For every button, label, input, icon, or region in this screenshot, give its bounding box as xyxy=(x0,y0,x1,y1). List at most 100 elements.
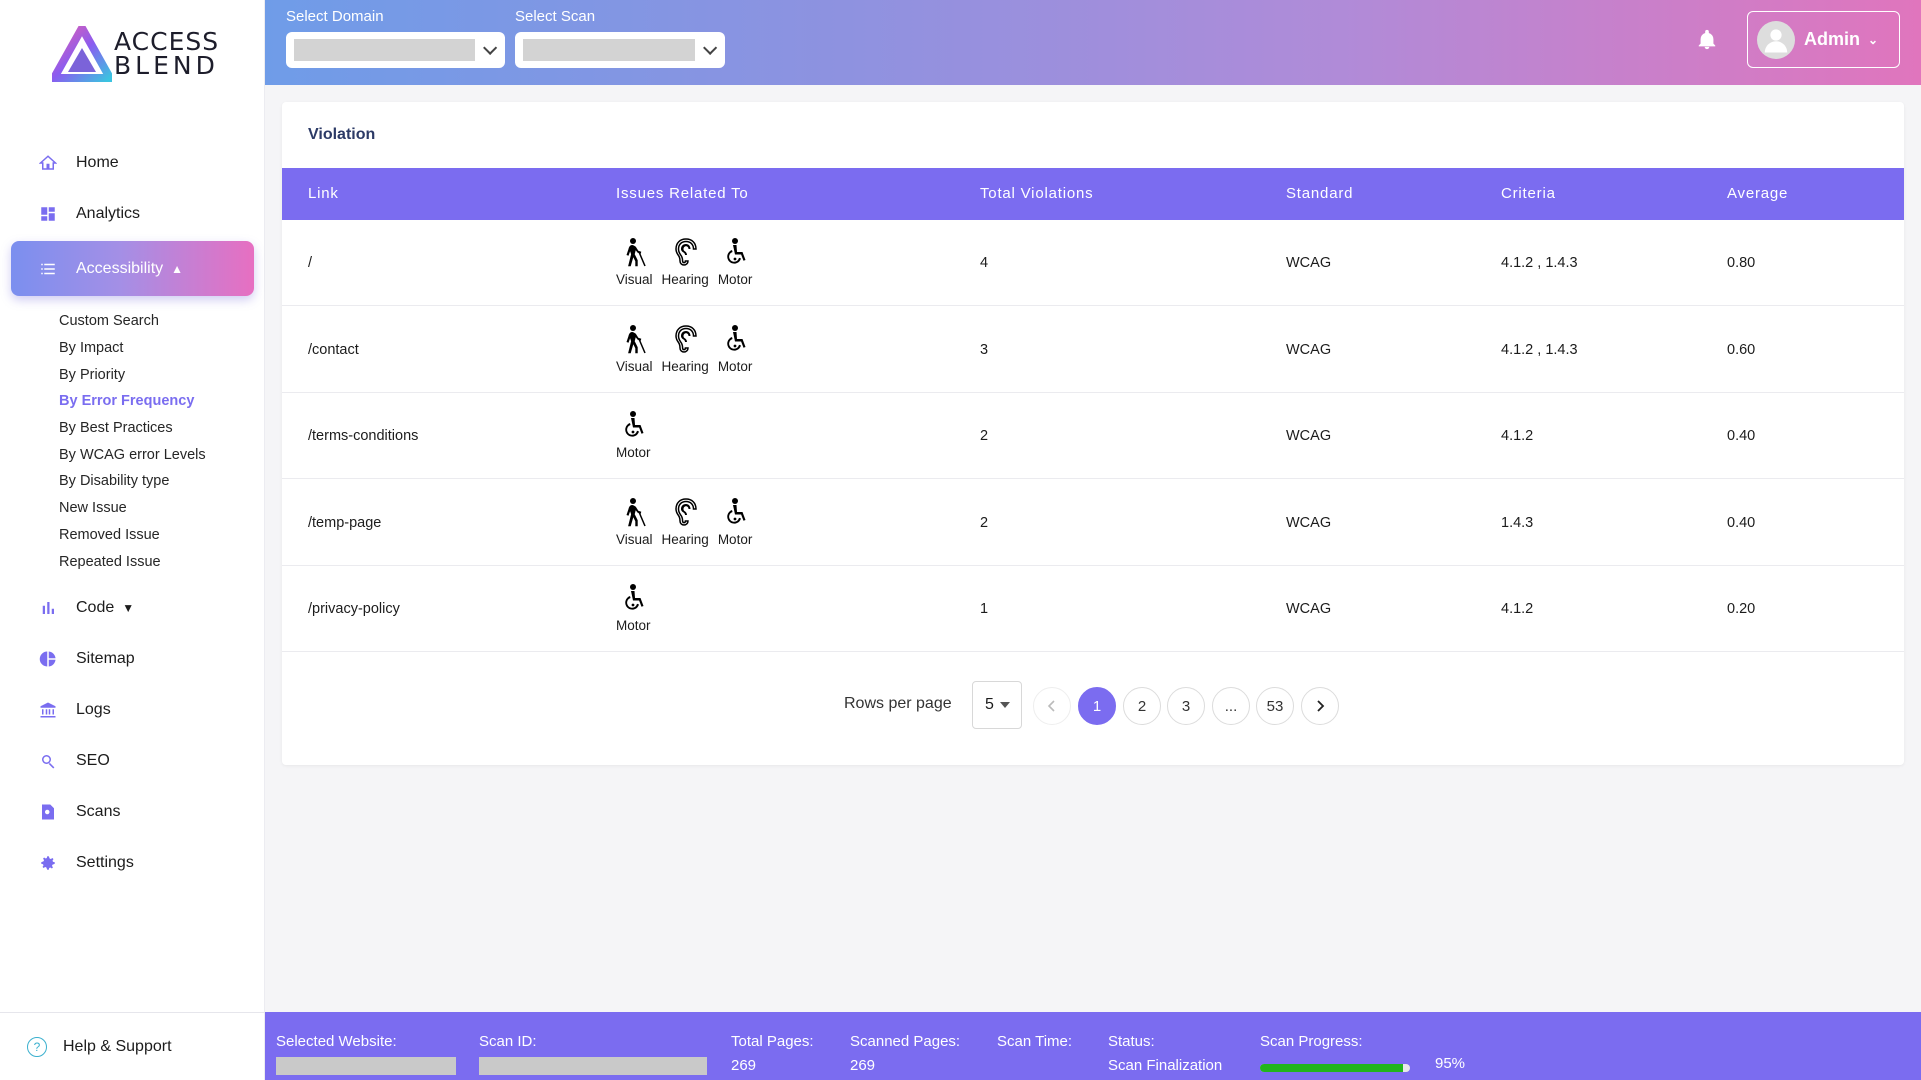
sidebar-item-sitemap[interactable]: Sitemap xyxy=(11,634,254,685)
scan-progress-fill xyxy=(1260,1064,1403,1072)
issue-visual: Visual xyxy=(616,324,653,374)
bank-icon xyxy=(38,700,58,720)
dropdown-arrow-icon xyxy=(999,702,1010,708)
issue-label: Motor xyxy=(717,272,753,287)
blind-person-icon xyxy=(620,497,648,530)
next-page-button[interactable] xyxy=(1301,687,1339,725)
sidebar-item-settings[interactable]: Settings xyxy=(11,838,254,889)
column-header-criteria[interactable]: Criteria xyxy=(1501,185,1556,202)
submenu-item-repeated-issue[interactable]: Repeated Issue xyxy=(59,548,254,575)
sidebar-item-label: Sitemap xyxy=(76,650,135,668)
user-menu-button[interactable]: Admin ⌄ xyxy=(1747,11,1900,68)
help-label: Help & Support xyxy=(63,1037,172,1055)
submenu-item-by-disability-type[interactable]: By Disability type xyxy=(59,468,254,495)
sidebar-item-code[interactable]: Code ▼ xyxy=(11,583,254,634)
sidebar-item-label: Settings xyxy=(76,854,134,872)
user-name: Admin xyxy=(1804,29,1860,49)
cell-link: /contact xyxy=(308,341,359,358)
issue-label: Visual xyxy=(616,531,653,547)
cell-total-violations: 2 xyxy=(980,428,989,445)
sidebar-item-label: Analytics xyxy=(76,204,141,222)
scanned-pages: Scanned Pages: 269 xyxy=(850,1033,960,1077)
home-icon xyxy=(38,153,58,173)
chevron-down-icon xyxy=(483,40,498,55)
scan-progress-bar xyxy=(1260,1064,1410,1072)
rows-per-page-select[interactable]: 5 xyxy=(972,681,1022,729)
sidebar-item-seo[interactable]: SEO xyxy=(11,736,254,787)
cell-average: 0.20 xyxy=(1727,601,1756,618)
sidebar-item-scans[interactable]: Scans xyxy=(11,787,254,838)
column-header-average[interactable]: Average xyxy=(1727,185,1788,202)
page-button[interactable]: 1 xyxy=(1078,687,1116,725)
issue-motor: Motor xyxy=(718,497,752,547)
bar-chart-icon xyxy=(38,598,58,618)
chevron-down-icon: ⌄ xyxy=(1868,32,1879,47)
prev-page-button[interactable] xyxy=(1033,687,1071,725)
cell-total-violations: 1 xyxy=(980,601,989,618)
brand-wordmark: ACCESS BLEND xyxy=(114,29,219,78)
pagination: Rows per page 5 1 2 3 ... 53 xyxy=(282,680,1904,729)
submenu-item-custom-search[interactable]: Custom Search xyxy=(59,308,254,335)
search-icon xyxy=(38,751,58,771)
list-icon xyxy=(38,259,58,279)
table-row[interactable]: /contact Visual Hearing Motor 3 WCAG 4.1.2 , 1… xyxy=(282,307,1904,393)
table-row[interactable]: / Visual Hearing Motor 4 WCAG 4.1.2 , 1.4.3 0.8… xyxy=(282,220,1904,306)
scan-id: Scan ID: xyxy=(479,1033,707,1075)
cell-standard: WCAG xyxy=(1286,428,1332,445)
sidebar-item-logs[interactable]: Logs xyxy=(11,685,254,736)
selected-website-label: Selected Website: xyxy=(276,1033,397,1050)
issue-motor: Motor xyxy=(717,237,753,287)
issue-label: Hearing xyxy=(661,272,709,287)
scan-select-group: Select Scan xyxy=(515,8,725,68)
domain-select-group: Select Domain xyxy=(286,8,505,68)
issue-hearing: Hearing xyxy=(662,497,709,547)
scan-time-label: Scan Time: xyxy=(997,1033,1073,1050)
submenu-item-by-priority[interactable]: By Priority xyxy=(59,361,254,388)
sidebar-item-analytics[interactable]: Analytics xyxy=(11,188,254,239)
document-search-icon xyxy=(38,802,58,822)
scan-select-value xyxy=(523,39,695,61)
help-support-link[interactable]: ? Help & Support xyxy=(0,1012,265,1080)
brand-logo[interactable]: ACCESS BLEND xyxy=(52,26,219,82)
submenu-item-by-error-frequency[interactable]: By Error Frequency xyxy=(59,388,254,415)
issue-label: Visual xyxy=(616,358,653,374)
table-row[interactable]: /temp-page Visual Hearing Motor 2 WCAG 1.4.3 0.… xyxy=(282,480,1904,566)
sidebar-item-accessibility[interactable]: Accessibility ▲ xyxy=(11,241,254,296)
column-header-total-violations[interactable]: Total Violations xyxy=(980,185,1093,202)
total-pages: Total Pages: 269 xyxy=(731,1033,814,1077)
sidebar-item-home[interactable]: Home xyxy=(11,137,254,188)
column-header-link[interactable]: Link xyxy=(308,185,339,202)
sidebar-item-label: SEO xyxy=(76,752,110,770)
submenu-item-by-impact[interactable]: By Impact xyxy=(59,335,254,362)
scan-select[interactable] xyxy=(515,32,725,68)
column-header-issues[interactable]: Issues Related To xyxy=(616,185,749,202)
blind-person-icon xyxy=(620,324,648,357)
submenu-item-by-wcag-levels[interactable]: By WCAG error Levels xyxy=(59,441,254,468)
cell-average: 0.60 xyxy=(1727,341,1756,358)
cell-link: /temp-page xyxy=(308,514,382,531)
issue-label: Motor xyxy=(616,445,651,461)
sidebar-item-label: Home xyxy=(76,153,119,171)
page-button[interactable]: 3 xyxy=(1167,687,1205,725)
table-row[interactable]: /terms-conditions Motor 2 WCAG 4.1.2 0.40 xyxy=(282,393,1904,480)
page-button[interactable]: 53 xyxy=(1256,687,1294,725)
cell-criteria: 4.1.2 , 1.4.3 xyxy=(1501,341,1578,358)
selected-website-value xyxy=(276,1057,456,1075)
total-pages-label: Total Pages: xyxy=(731,1033,814,1050)
scan-status-label: Status: xyxy=(1108,1033,1155,1050)
issue-motor: Motor xyxy=(616,410,651,460)
scan-status-value: Scan Finalization xyxy=(1108,1057,1223,1074)
submenu-item-new-issue[interactable]: New Issue xyxy=(59,495,254,522)
submenu-item-by-best-practices[interactable]: By Best Practices xyxy=(59,415,254,442)
page-button[interactable]: 2 xyxy=(1123,687,1161,725)
submenu-item-removed-issue[interactable]: Removed Issue xyxy=(59,522,254,549)
issue-hearing: Hearing xyxy=(662,324,709,374)
table-row[interactable]: /privacy-policy Motor 1 WCAG 4.1.2 0.20 xyxy=(282,566,1904,653)
column-header-standard[interactable]: Standard xyxy=(1286,185,1353,202)
rows-per-page-value: 5 xyxy=(985,696,994,713)
notifications-bell-icon[interactable] xyxy=(1696,28,1718,52)
issue-label: Motor xyxy=(717,358,753,374)
domain-select[interactable] xyxy=(286,32,505,68)
issue-visual: Visual xyxy=(616,237,653,287)
cell-issues: Motor xyxy=(616,583,660,633)
